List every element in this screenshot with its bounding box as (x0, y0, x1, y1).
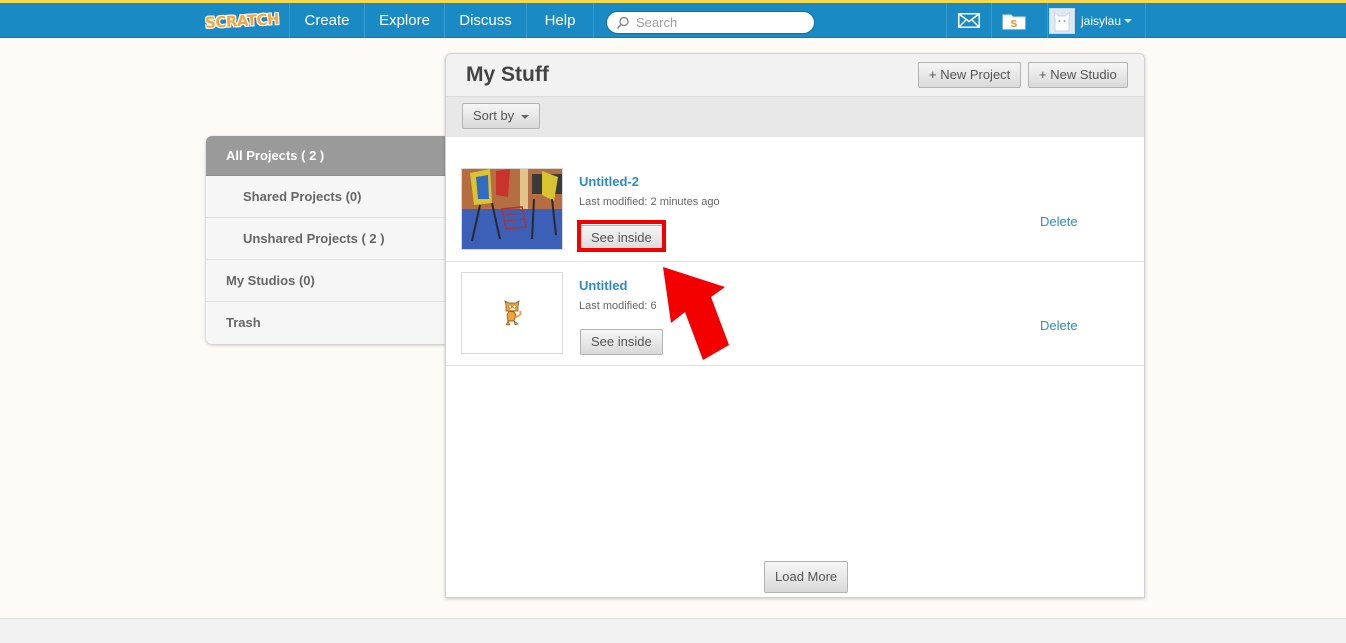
search-box[interactable] (606, 11, 815, 34)
sidebar-item-shared-projects[interactable]: Shared Projects (0) (206, 176, 446, 218)
project-thumbnail[interactable] (461, 272, 563, 354)
pointer-arrow-icon (663, 267, 729, 360)
nav-explore[interactable]: Explore (365, 3, 445, 38)
nav-create[interactable]: Create (290, 3, 365, 38)
sidebar-item-trash[interactable]: Trash (206, 302, 446, 344)
new-project-button[interactable]: + New Project (918, 62, 1022, 88)
sort-toolbar: Sort by (446, 96, 1144, 137)
nav-discuss[interactable]: Discuss (445, 3, 527, 38)
project-last-modified: Last modified: 2 minutes ago (579, 196, 720, 208)
top-navbar: SCRATCH Create Explore Discuss Help Sear… (0, 3, 1346, 38)
footer (0, 618, 1346, 643)
scratch-logo[interactable]: SCRATCH (195, 3, 290, 38)
my-stuff-panel: My Stuff + New Project + New Studio Sort… (445, 53, 1145, 598)
my-stuff-icon: S (1002, 14, 1025, 30)
nav-help[interactable]: Help (527, 3, 594, 38)
sidebar-item-all-projects[interactable]: All Projects ( 2 ) (206, 136, 446, 176)
new-studio-button[interactable]: + New Studio (1028, 62, 1128, 88)
sidebar-item-my-studios[interactable]: My Studios (0) (206, 260, 446, 302)
search-input[interactable] (636, 15, 806, 30)
scratch-cat-icon (504, 300, 522, 326)
search-icon (616, 16, 629, 29)
project-thumbnail[interactable] (461, 168, 563, 250)
page-title: My Stuff (466, 63, 549, 86)
project-row: Untitled-2 Last modified: 2 minutes ago … (446, 158, 1144, 262)
logo-text: SCRATCH (204, 9, 280, 32)
messages-icon (957, 13, 980, 28)
projects-sidebar: All Projects ( 2 ) Shared Projects (0) U… (206, 136, 446, 344)
user-menu[interactable]: jaisylau (1047, 3, 1146, 38)
navbar-inner: SCRATCH Create Explore Discuss Help Sear… (195, 3, 1146, 38)
sort-by-label: Sort by (473, 108, 515, 123)
chevron-down-icon (521, 114, 530, 119)
svg-text:S: S (1010, 19, 1017, 30)
my-stuff-button[interactable]: S (991, 3, 1035, 38)
delete-project-link[interactable]: Delete (1040, 214, 1078, 229)
project-row: Untitled Last modified: 6 See inside Del… (446, 262, 1144, 366)
playground-thumbnail-image (462, 169, 562, 249)
messages-button[interactable] (946, 3, 990, 38)
project-title-link[interactable]: Untitled-2 (579, 174, 639, 189)
see-inside-highlight-box (577, 220, 666, 252)
avatar (1049, 7, 1075, 34)
load-more-button[interactable]: Load More (764, 561, 849, 593)
username: jaisylau (1081, 13, 1122, 28)
sort-by-dropdown[interactable]: Sort by (462, 103, 541, 129)
project-title-link[interactable]: Untitled (579, 278, 627, 293)
sidebar-item-unshared-projects[interactable]: Unshared Projects ( 2 ) (206, 218, 446, 260)
cat-avatar-icon (1053, 10, 1071, 31)
dropdown-caret-icon (1124, 18, 1133, 23)
panel-header: My Stuff + New Project + New Studio (446, 54, 1144, 96)
delete-project-link[interactable]: Delete (1040, 318, 1078, 333)
